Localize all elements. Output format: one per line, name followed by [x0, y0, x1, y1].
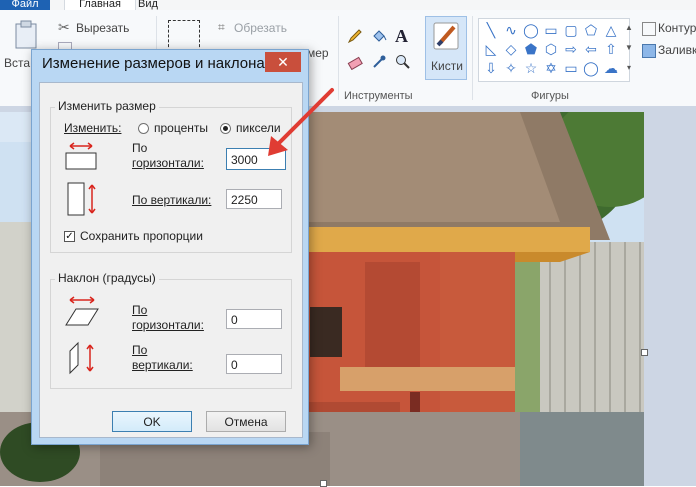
outline-button[interactable]: Контур	[658, 21, 696, 35]
hexagon-shape-icon[interactable]: ⬡	[541, 40, 561, 58]
polygon-shape-icon[interactable]: ⬠	[581, 21, 601, 39]
paste-button[interactable]	[14, 20, 40, 50]
gallery-scroll-icon[interactable]: ▲ ▼ ▾	[624, 18, 634, 80]
skew-v-label-line2: вертикали:	[132, 358, 193, 372]
crop-icon: ⌗	[218, 20, 225, 34]
pencil-icon[interactable]	[347, 28, 363, 44]
text-tool-icon[interactable]: A	[395, 26, 411, 46]
width-label-line2: горизонтали:	[132, 156, 204, 170]
rounded-rect-shape-icon[interactable]: ▢	[561, 21, 581, 39]
oval-shape-icon[interactable]: ◯	[521, 21, 541, 39]
brushes-button[interactable]: Кисти	[425, 16, 467, 80]
percent-radio[interactable]	[138, 123, 149, 134]
height-label: По вертикали:	[132, 193, 212, 207]
pixels-radio[interactable]	[220, 123, 231, 134]
scissors-icon: ✂	[58, 19, 70, 35]
skew-h-label-line1: По	[132, 303, 148, 317]
diamond-shape-icon[interactable]: ◇	[501, 40, 521, 58]
file-tab[interactable]: Файл	[0, 0, 50, 10]
skew-vertical-input[interactable]: 0	[226, 354, 282, 374]
shapes-gallery[interactable]: ╲ ∿ ◯ ▭ ▢ ⬠ △ ◺ ◇ ⬟ ⬡ ⇨ ⇦ ⇧ ⇩ ✧ ☆ ✡ ▭ ◯ …	[478, 18, 630, 82]
triangle-shape-icon[interactable]: △	[601, 21, 621, 39]
resize-horizontal-icon	[64, 141, 98, 171]
skew-horizontal-icon	[64, 295, 100, 329]
view-tab[interactable]: Вид	[138, 0, 168, 10]
dialog-body: Изменить размер Изменить: проценты пиксе…	[39, 82, 303, 438]
width-label-line1: По	[132, 141, 148, 155]
dialog-title: Изменение размеров и наклона	[42, 55, 265, 72]
ok-button[interactable]: OK	[112, 411, 192, 432]
home-tab[interactable]: Главная	[64, 0, 136, 10]
rectangle-shape-icon[interactable]: ▭	[541, 21, 561, 39]
pixels-label[interactable]: пиксели	[236, 121, 281, 136]
resize-by-label: Изменить:	[64, 121, 122, 135]
arrow-right-shape-icon[interactable]: ⇨	[561, 40, 581, 58]
four-point-star-shape-icon[interactable]: ✧	[501, 59, 521, 77]
resize-skew-dialog: Изменение размеров и наклона ✕ Изменить …	[31, 49, 309, 445]
right-triangle-shape-icon[interactable]: ◺	[481, 40, 501, 58]
pentagon-shape-icon[interactable]: ⬟	[521, 40, 541, 58]
percent-label[interactable]: проценты	[154, 121, 208, 136]
skew-h-label-line2: горизонтали:	[132, 318, 204, 332]
fill-button[interactable]: Заливк	[658, 43, 696, 57]
magnifier-icon[interactable]	[395, 54, 411, 70]
canvas-resize-handle-right[interactable]	[641, 349, 648, 356]
clipboard-icon	[15, 20, 37, 49]
cloud-shape-icon[interactable]: ☁	[601, 59, 621, 77]
curve-shape-icon[interactable]: ∿	[501, 21, 521, 39]
line-shape-icon[interactable]: ╲	[481, 21, 501, 39]
skew-horizontal-input[interactable]: 0	[226, 309, 282, 329]
callout-rect-shape-icon[interactable]: ▭	[561, 59, 581, 77]
brush-icon	[433, 22, 459, 50]
skew-vertical-icon	[64, 339, 100, 375]
outline-icon	[642, 22, 656, 36]
five-point-star-shape-icon[interactable]: ☆	[521, 59, 541, 77]
six-point-star-shape-icon[interactable]: ✡	[541, 59, 561, 77]
callout-oval-shape-icon[interactable]: ◯	[581, 59, 601, 77]
resize-group-title: Изменить размер	[55, 99, 159, 113]
brushes-label: Кисти	[431, 59, 463, 73]
keep-ratio-label[interactable]: Сохранить пропорции	[80, 229, 203, 244]
keep-ratio-checkbox[interactable]: ✓	[64, 231, 75, 242]
height-input[interactable]: 2250	[226, 189, 282, 209]
skew-v-label-line1: По	[132, 343, 148, 357]
ribbon-separator	[472, 16, 473, 100]
fill-bucket-icon[interactable]	[371, 28, 387, 44]
ribbon-separator	[338, 16, 339, 100]
arrow-down-shape-icon[interactable]: ⇩	[481, 59, 501, 77]
arrow-up-shape-icon[interactable]: ⇧	[601, 40, 621, 58]
arrow-left-shape-icon[interactable]: ⇦	[581, 40, 601, 58]
cancel-button[interactable]: Отмена	[206, 411, 286, 432]
resize-button[interactable]: мер	[307, 46, 329, 60]
resize-vertical-icon	[64, 181, 100, 217]
fill-icon	[642, 44, 656, 58]
crop-button[interactable]: Обрезать	[234, 21, 287, 35]
cut-button[interactable]: Вырезать	[76, 21, 129, 35]
close-button[interactable]: ✕	[265, 52, 301, 72]
tools-group-label: Инструменты	[344, 90, 413, 102]
shapes-group-label: Фигуры	[531, 90, 569, 102]
color-picker-icon[interactable]	[371, 54, 387, 70]
width-input[interactable]: 3000	[226, 148, 286, 170]
paste-label[interactable]: Вста	[4, 56, 30, 70]
skew-group-title: Наклон (градусы)	[55, 271, 159, 285]
eraser-icon[interactable]	[347, 54, 363, 71]
select-icon[interactable]	[168, 20, 200, 52]
